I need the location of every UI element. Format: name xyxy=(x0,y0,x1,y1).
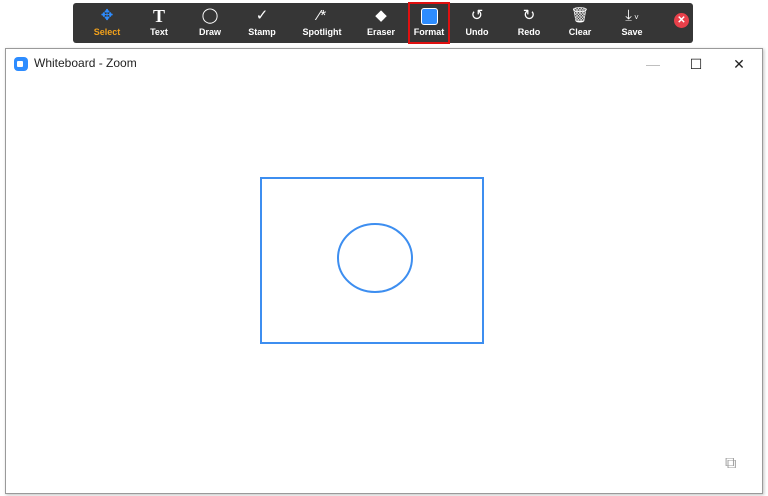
move-icon: ✥ xyxy=(100,7,114,24)
format-tool[interactable]: Format xyxy=(408,2,450,44)
wand-icon: ⁄* xyxy=(317,7,327,24)
draw-tool[interactable]: ◯ Draw xyxy=(184,3,236,43)
download-icon: ⤓ ˅ xyxy=(625,7,639,24)
annotation-toolbar: ✥ Select T Text ◯ Draw ✓ Stamp ⁄* Spotlight ◆… xyxy=(73,2,693,44)
text-icon: T xyxy=(152,6,165,26)
redo-tool[interactable]: ↻ Redo xyxy=(503,3,555,43)
trash-icon: 🗑 xyxy=(570,7,590,24)
undo-icon: ↺ xyxy=(470,7,484,24)
stamp-tool[interactable]: ✓ Stamp xyxy=(236,3,288,43)
spotlight-tool[interactable]: ⁄* Spotlight xyxy=(296,3,348,43)
check-icon: ✓ xyxy=(255,7,269,24)
new-page-icon[interactable]: ⧉ xyxy=(725,455,736,473)
clear-tool[interactable]: 🗑 Clear xyxy=(554,3,606,43)
eraser-tool[interactable]: ◆ Eraser xyxy=(355,3,407,43)
close-annotation-button[interactable]: ✕ xyxy=(674,13,689,28)
eraser-icon: ◆ xyxy=(375,7,387,24)
undo-tool[interactable]: ↺ Undo xyxy=(451,3,503,43)
whiteboard-canvas[interactable] xyxy=(0,0,768,496)
save-tool[interactable]: ⤓ ˅ Save xyxy=(606,3,658,43)
select-tool[interactable]: ✥ Select xyxy=(81,3,133,43)
chevron-down-icon: ˅ xyxy=(631,13,639,22)
drawn-ellipse[interactable] xyxy=(337,223,413,293)
text-tool[interactable]: T Text xyxy=(133,3,185,43)
ellipse-icon: ◯ xyxy=(201,7,219,24)
color-swatch-icon xyxy=(409,5,449,27)
redo-icon: ↻ xyxy=(522,7,536,24)
drawn-rectangle[interactable] xyxy=(260,177,484,344)
